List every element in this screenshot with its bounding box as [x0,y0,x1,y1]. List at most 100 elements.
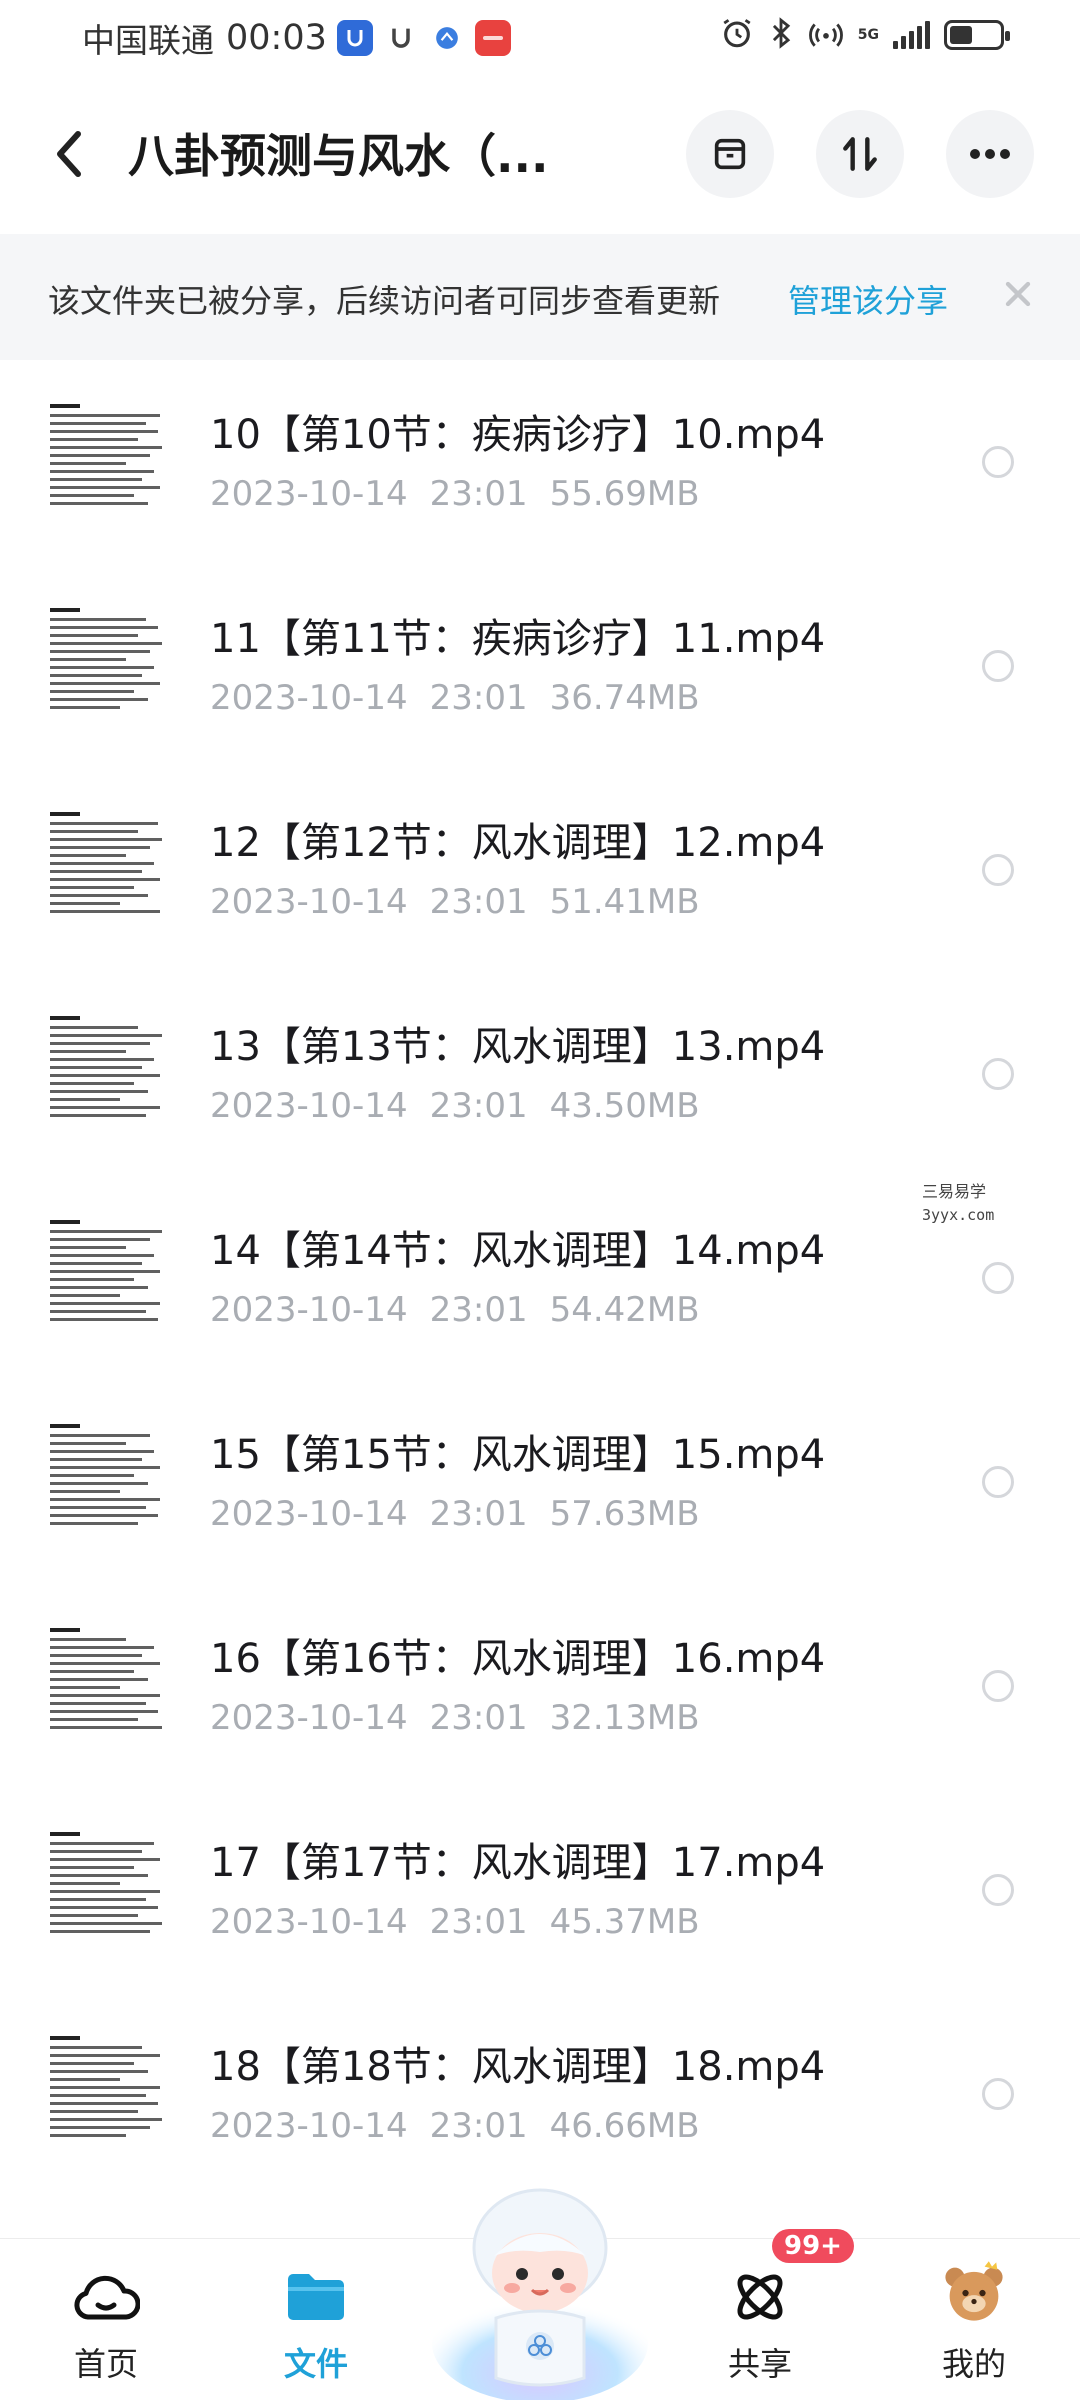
file-name: 15【第15节：风水调理】15.mp4 [210,1432,826,1478]
nav-files[interactable]: 文件 [236,2239,396,2400]
status-bar-right: 5G [720,16,1010,54]
select-radio[interactable] [982,1262,1014,1294]
file-name: 17【第17节：风水调理】17.mp4 [210,1840,826,1886]
file-row[interactable]: 18【第18节：风水调理】18.mp4 2023-10-14 23:01 46.66M… [0,1992,1080,2196]
file-name: 10【第10节：疾病诊疗】10.mp4 [210,412,826,458]
file-row[interactable]: 10【第10节：疾病诊疗】10.mp4 2023-10-14 23:01 55.69M… [0,360,1080,564]
file-meta: 2023-10-14 23:01 32.13MB [210,1698,722,1738]
assistant-mascot-button[interactable] [430,2178,650,2400]
file-row[interactable]: 16【第16节：风水调理】16.mp4 2023-10-14 23:01 32.13M… [0,1584,1080,1788]
file-row[interactable]: 12【第12节：风水调理】12.mp4 2023-10-14 23:01 51.41M… [0,768,1080,972]
file-date: 2023-10-14 [210,678,408,718]
select-radio[interactable] [982,2078,1014,2110]
share-banner-text: 该文件夹已被分享，后续访问者可同步查看更新 [48,282,721,320]
manage-share-link[interactable]: 管理该分享 [788,276,948,322]
file-name: 11【第11节：疾病诊疗】11.mp4 [210,616,826,662]
close-banner-button[interactable] [998,274,1038,314]
cloud-home-icon [74,2275,140,2320]
share-banner: 该文件夹已被分享，后续访问者可同步查看更新 管理该分享 [0,234,1080,360]
file-date: 2023-10-14 [210,1902,408,1942]
app-header: 八卦预测与风水（... [0,72,1080,234]
file-size: 57.63MB [549,1494,700,1534]
file-date: 2023-10-14 [210,1698,408,1738]
file-date: 2023-10-14 [210,474,408,514]
file-row[interactable]: 15【第15节：风水调理】15.mp4 2023-10-14 23:01 57.63M… [0,1380,1080,1584]
watermark-line-2: 3yyx.com [922,1206,995,1224]
more-icon [970,149,1010,159]
file-meta: 2023-10-14 23:01 45.37MB [210,1902,722,1942]
file-date: 2023-10-14 [210,1494,408,1534]
file-time: 23:01 [429,678,528,718]
nav-mine[interactable]: 我的 [894,2239,1054,2400]
file-time: 23:01 [429,882,528,922]
file-meta: 2023-10-14 23:01 55.69MB [210,474,722,514]
nav-files-label: 文件 [283,2345,348,2383]
folder-icon [288,2274,344,2320]
signal-icon [893,21,930,49]
file-row[interactable]: 13【第13节：风水调理】13.mp4 2023-10-14 23:01 43.50M… [0,972,1080,1176]
file-name: 18【第18节：风水调理】18.mp4 [210,2044,826,2090]
file-name: 12【第12节：风水调理】12.mp4 [210,820,826,866]
file-size: 51.41MB [549,882,700,922]
battery-icon [944,20,1010,50]
select-radio[interactable] [982,854,1014,886]
document-thumbnail [48,1626,166,1738]
archive-button[interactable] [686,110,774,198]
file-row[interactable]: 17【第17节：风水调理】17.mp4 2023-10-14 23:01 45.37M… [0,1788,1080,1992]
watermark-line-1: 三易易学 [922,1182,987,1201]
nav-mine-label: 我的 [941,2345,1006,2383]
nav-share[interactable]: 99+ 共享 [680,2229,854,2400]
more-button[interactable] [946,110,1034,198]
wifi-hotspot-icon [808,16,844,54]
document-thumbnail [48,1830,166,1942]
file-meta: 2023-10-14 23:01 51.41MB [210,882,722,922]
archive-icon [714,138,746,170]
file-time: 23:01 [429,1086,528,1126]
select-radio[interactable] [982,1466,1014,1498]
nav-home-label: 首页 [73,2345,138,2383]
close-icon [1005,281,1031,307]
nav-share-label: 共享 [727,2345,792,2383]
file-time: 23:01 [429,1494,528,1534]
battery-level [950,26,972,44]
share-badge: 99+ [772,2229,854,2263]
bear-avatar-icon [945,2261,1003,2321]
document-thumbnail [48,2034,166,2146]
file-name: 14【第14节：风水调理】14.mp4 [210,1228,826,1274]
file-time: 23:01 [429,1698,528,1738]
file-size: 43.50MB [549,1086,700,1126]
document-thumbnail [48,1422,166,1534]
file-row[interactable]: 11【第11节：疾病诊疗】11.mp4 2023-10-14 23:01 36.74M… [0,564,1080,768]
select-radio[interactable] [982,1670,1014,1702]
back-button[interactable] [50,124,90,184]
select-radio[interactable] [982,650,1014,682]
select-radio[interactable] [982,1058,1014,1090]
file-date: 2023-10-14 [210,882,408,922]
file-time: 23:01 [429,1902,528,1942]
document-thumbnail [48,810,166,922]
document-thumbnail [48,1014,166,1126]
sort-button[interactable] [816,110,904,198]
file-name: 16【第16节：风水调理】16.mp4 [210,1636,826,1682]
file-size: 46.66MB [549,2106,700,2146]
file-row[interactable]: 14【第14节：风水调理】14.mp4 2023-10-14 23:01 54.42M… [0,1176,1080,1380]
file-size: 32.13MB [549,1698,700,1738]
file-meta: 2023-10-14 23:01 43.50MB [210,1086,722,1126]
mascot-icon [432,2188,648,2400]
file-time: 23:01 [429,474,528,514]
status-bar-left: 中国联通 00:03 [82,14,511,62]
app-notification-icon [383,20,419,56]
clock: 00:03 [226,18,327,58]
file-list: 10【第10节：疾病诊疗】10.mp4 2023-10-14 23:01 55.69M… [0,360,1080,2196]
huawei-notification-icon [474,20,511,56]
file-date: 2023-10-14 [210,1290,408,1330]
document-thumbnail [48,1218,166,1330]
orbit-share-icon [737,2274,783,2320]
network-type: 5G [857,27,879,43]
file-size: 55.69MB [549,474,700,514]
sort-icon [843,137,877,171]
select-radio[interactable] [982,446,1014,478]
watermark: 三易易学 3yyx.com [922,1178,994,1224]
select-radio[interactable] [982,1874,1014,1906]
nav-home[interactable]: 首页 [26,2239,186,2400]
